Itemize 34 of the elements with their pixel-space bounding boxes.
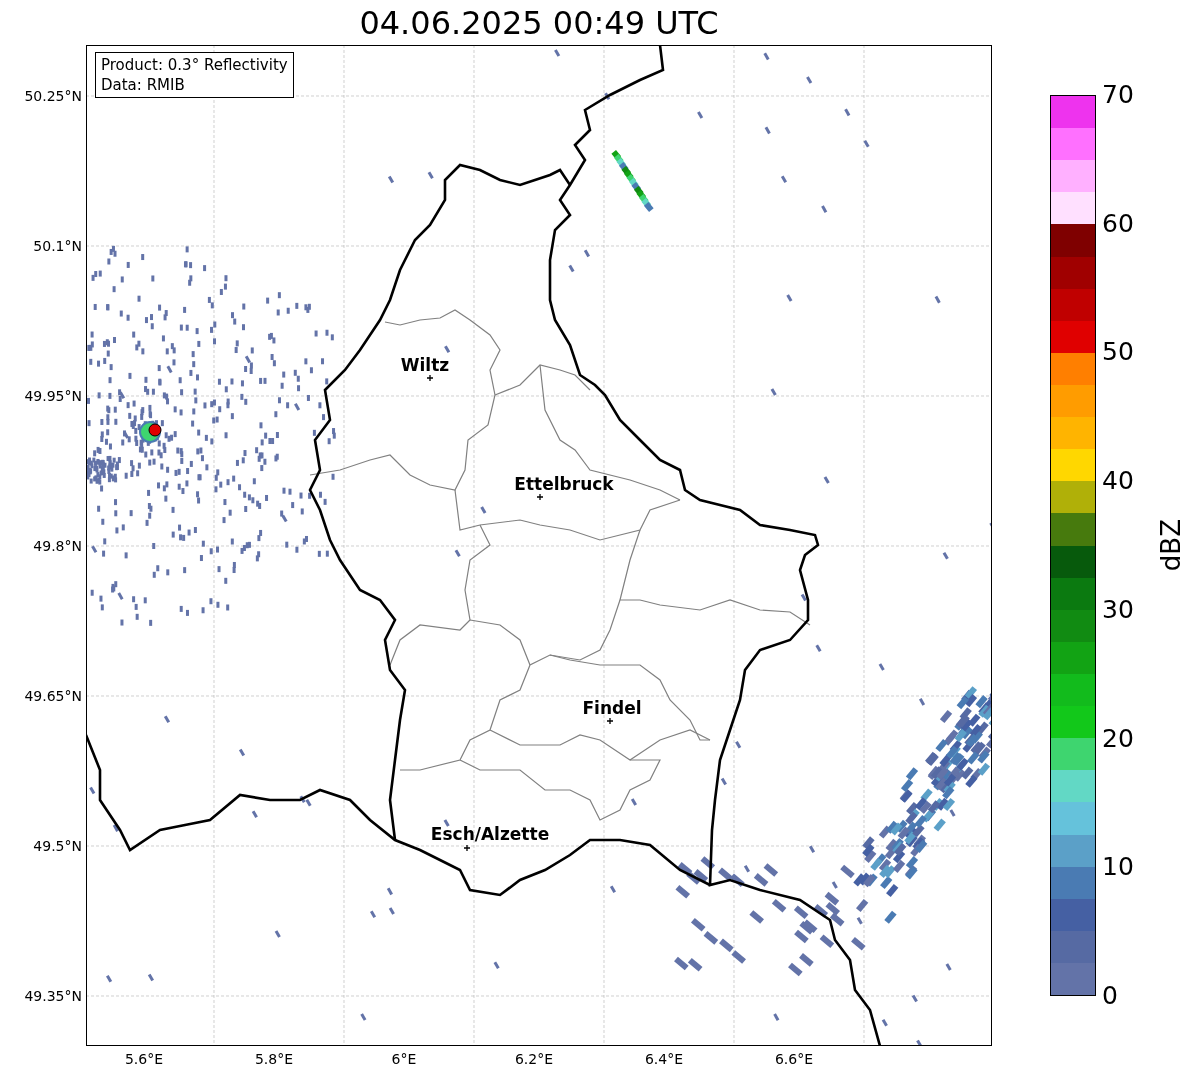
colorbar-tick-label: 40 <box>1102 467 1135 496</box>
latitude-label: 49.8°N <box>33 537 82 556</box>
colorbar-tick-label: 30 <box>1102 595 1135 624</box>
longitude-label: 5.8°E <box>253 1051 295 1067</box>
colorbar-tick-label: 70 <box>1102 81 1135 109</box>
city-marker-icon <box>463 844 471 852</box>
latitude-label: 49.95°N <box>24 387 82 406</box>
latitude-label: 50.1°N <box>33 237 82 256</box>
colorbar-tick-label: 0 <box>1102 981 1119 1010</box>
city-label: Esch/Alzette <box>430 824 550 844</box>
longitude-label: 6.6°E <box>773 1051 815 1067</box>
colorbar-tick-label: 50 <box>1102 338 1135 367</box>
city-label: Ettelbruck <box>514 474 614 494</box>
colorbar-tick-label: 20 <box>1102 724 1135 753</box>
latitude-label: 49.35°N <box>24 987 82 1006</box>
longitude-label: 6°E <box>390 1051 418 1067</box>
city-label: Wiltz <box>400 355 450 375</box>
colorbar-tick-label: 60 <box>1102 209 1135 238</box>
latitude-label: 49.5°N <box>33 837 82 856</box>
longitude-label: 6.2°E <box>513 1051 555 1067</box>
colorbar-tick-label: 10 <box>1102 853 1135 882</box>
city-marker-icon <box>536 493 544 501</box>
city-marker-icon <box>606 717 614 725</box>
city-marker-icon <box>426 374 434 382</box>
latitude-label: 49.65°N <box>24 687 82 706</box>
city-label: Findel <box>582 698 642 718</box>
latitude-label: 50.25°N <box>24 87 82 106</box>
longitude-label: 5.6°E <box>123 1051 165 1067</box>
chart-title: 04.06.2025 00:49 UTC <box>359 3 719 42</box>
info-text: Product: 0.3° Reflectivity <box>101 55 288 75</box>
info-text: Data: RMIB <box>101 75 186 95</box>
radar-site-icon <box>139 421 162 443</box>
colorbar-label: dBZ <box>1156 519 1184 572</box>
longitude-label: 6.4°E <box>643 1051 685 1067</box>
